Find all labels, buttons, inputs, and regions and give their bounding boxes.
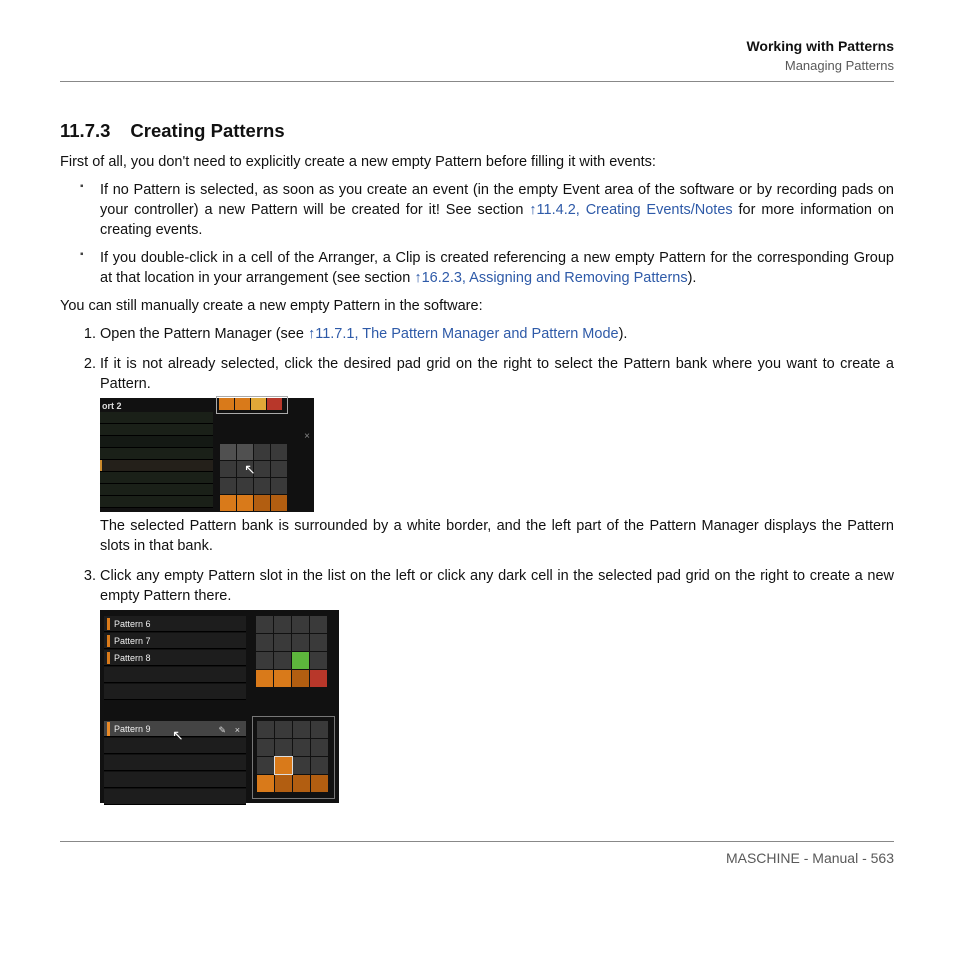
pad-cell[interactable] <box>235 398 250 410</box>
pattern-slot-empty[interactable] <box>104 755 246 771</box>
bullet-item: If no Pattern is selected, as soon as yo… <box>100 180 894 240</box>
pad-cell[interactable] <box>293 757 310 774</box>
pad-cell[interactable] <box>237 495 253 511</box>
pad-cell[interactable] <box>292 634 309 651</box>
color-bar <box>107 635 110 647</box>
pad-cell[interactable] <box>257 757 274 774</box>
pad-cell[interactable] <box>254 478 270 494</box>
pad-cell[interactable] <box>274 616 291 633</box>
pad-cell[interactable] <box>275 775 292 792</box>
pad-cell[interactable] <box>311 775 328 792</box>
section-heading: 11.7.3 Creating Patterns <box>60 120 894 142</box>
pattern-slot[interactable]: Pattern 7 <box>104 633 246 649</box>
bullet-list: If no Pattern is selected, as soon as yo… <box>60 180 894 288</box>
section-title: Creating Patterns <box>130 120 284 141</box>
pad-cell[interactable] <box>254 495 270 511</box>
pad-cell[interactable] <box>293 721 310 738</box>
pad-cell[interactable] <box>237 478 253 494</box>
pad-cell[interactable] <box>293 775 310 792</box>
pad-cell[interactable] <box>256 616 273 633</box>
pad-cell[interactable] <box>219 398 234 410</box>
pad-cell[interactable] <box>237 461 253 477</box>
pad-cell[interactable] <box>220 461 236 477</box>
pad-cell[interactable] <box>275 739 292 756</box>
pad-cell[interactable] <box>293 739 310 756</box>
pattern-slot-empty[interactable] <box>104 738 246 754</box>
close-icon[interactable]: × <box>235 724 240 736</box>
pattern-slot-empty[interactable] <box>104 667 246 683</box>
pattern-slot-selected[interactable]: Pattern 9 ✎ × <box>104 721 246 737</box>
marker <box>100 460 102 471</box>
chapter-title: Working with Patterns <box>60 38 894 54</box>
pad-cell[interactable] <box>311 757 328 774</box>
pad-cell[interactable] <box>274 670 291 687</box>
pad-cell[interactable] <box>251 398 266 410</box>
pad-cell[interactable] <box>220 478 236 494</box>
pad-cell[interactable] <box>310 670 327 687</box>
step-item: Open the Pattern Manager (see ↑11.7.1, T… <box>100 324 894 344</box>
pad-cell[interactable] <box>267 398 282 410</box>
pad-cell[interactable] <box>237 444 253 460</box>
close-icon[interactable]: × <box>304 430 310 444</box>
pad-cell[interactable] <box>254 444 270 460</box>
cross-ref-link[interactable]: ↑16.2.3, Assigning and Removing Patterns <box>414 270 687 286</box>
edit-icon[interactable]: ✎ <box>218 724 226 736</box>
intro-paragraph: First of all, you don't need to explicit… <box>60 152 894 172</box>
pad-cell[interactable] <box>271 444 287 460</box>
pattern-slot[interactable]: Pattern 6 <box>104 616 246 632</box>
pad-cell-selected[interactable] <box>275 757 292 774</box>
mid-paragraph: You can still manually create a new empt… <box>60 296 894 316</box>
pad-cell[interactable] <box>310 634 327 651</box>
pattern-slot-empty[interactable] <box>104 772 246 788</box>
header-rule <box>60 81 894 82</box>
pad-cell[interactable] <box>220 495 236 511</box>
pad-cell[interactable] <box>271 461 287 477</box>
figure-pattern-slot-grid: Pattern 6 Pattern 7 Pattern 8 Pattern 9 … <box>100 610 339 803</box>
footer-rule <box>60 841 894 842</box>
color-bar <box>107 652 110 664</box>
pad-cell[interactable] <box>271 478 287 494</box>
pad-cell[interactable] <box>220 444 236 460</box>
bullet-item: If you double-click in a cell of the Arr… <box>100 248 894 288</box>
pad-cell[interactable] <box>254 461 270 477</box>
pattern-slot[interactable]: Pattern 8 <box>104 650 246 666</box>
page-footer: MASCHINE - Manual - 563 <box>60 850 894 866</box>
figure-pattern-bank-select: ort 2 × <box>100 398 314 512</box>
page-header: Working with Patterns Managing Patterns <box>60 38 894 73</box>
pad-cell[interactable] <box>275 721 292 738</box>
pad-cell[interactable] <box>292 670 309 687</box>
step-item: If it is not already selected, click the… <box>100 354 894 556</box>
pattern-slot-empty[interactable] <box>104 684 246 700</box>
pad-cell[interactable] <box>292 652 309 669</box>
track-label: ort 2 <box>102 400 122 412</box>
pad-cell[interactable] <box>257 739 274 756</box>
step-list: Open the Pattern Manager (see ↑11.7.1, T… <box>60 324 894 803</box>
cross-ref-link[interactable]: ↑11.7.1, The Pattern Manager and Pattern… <box>308 326 619 342</box>
color-bar <box>107 618 110 630</box>
pad-cell[interactable] <box>310 616 327 633</box>
pad-cell[interactable] <box>271 495 287 511</box>
pad-cell[interactable] <box>311 739 328 756</box>
pad-cell[interactable] <box>256 670 273 687</box>
section-number: 11.7.3 <box>60 120 110 141</box>
cross-ref-link[interactable]: ↑11.4.2, Creating Events/Notes <box>529 202 732 218</box>
pad-cell[interactable] <box>274 634 291 651</box>
color-bar <box>107 722 110 736</box>
pad-cell[interactable] <box>256 634 273 651</box>
pad-cell[interactable] <box>257 721 274 738</box>
pad-cell[interactable] <box>292 616 309 633</box>
pad-cell[interactable] <box>274 652 291 669</box>
pad-cell[interactable] <box>310 652 327 669</box>
pad-cell[interactable] <box>257 775 274 792</box>
pad-cell[interactable] <box>256 652 273 669</box>
chapter-section: Managing Patterns <box>60 58 894 73</box>
pad-cell[interactable] <box>311 721 328 738</box>
pattern-slot-empty[interactable] <box>104 789 246 805</box>
step-item: Click any empty Pattern slot in the list… <box>100 566 894 803</box>
